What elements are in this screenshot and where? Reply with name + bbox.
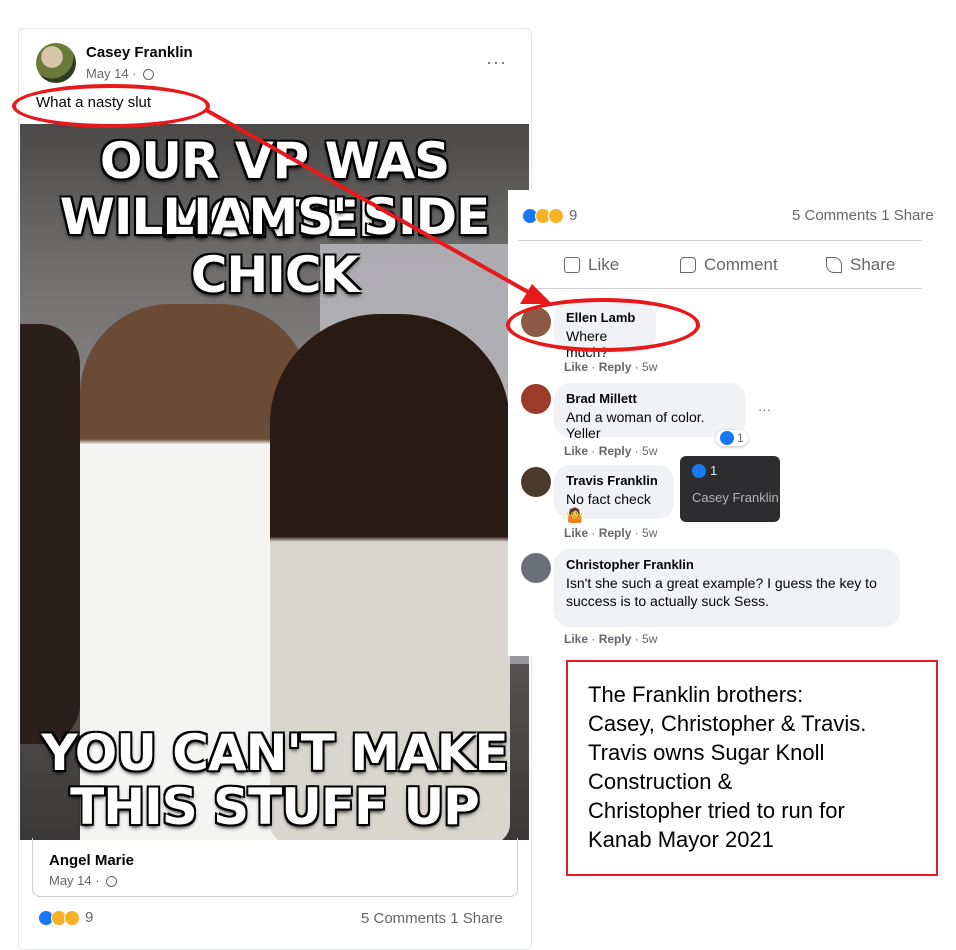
annotation-arrow (205, 108, 552, 304)
arrow-line (205, 108, 529, 294)
arrow-head (520, 284, 552, 304)
